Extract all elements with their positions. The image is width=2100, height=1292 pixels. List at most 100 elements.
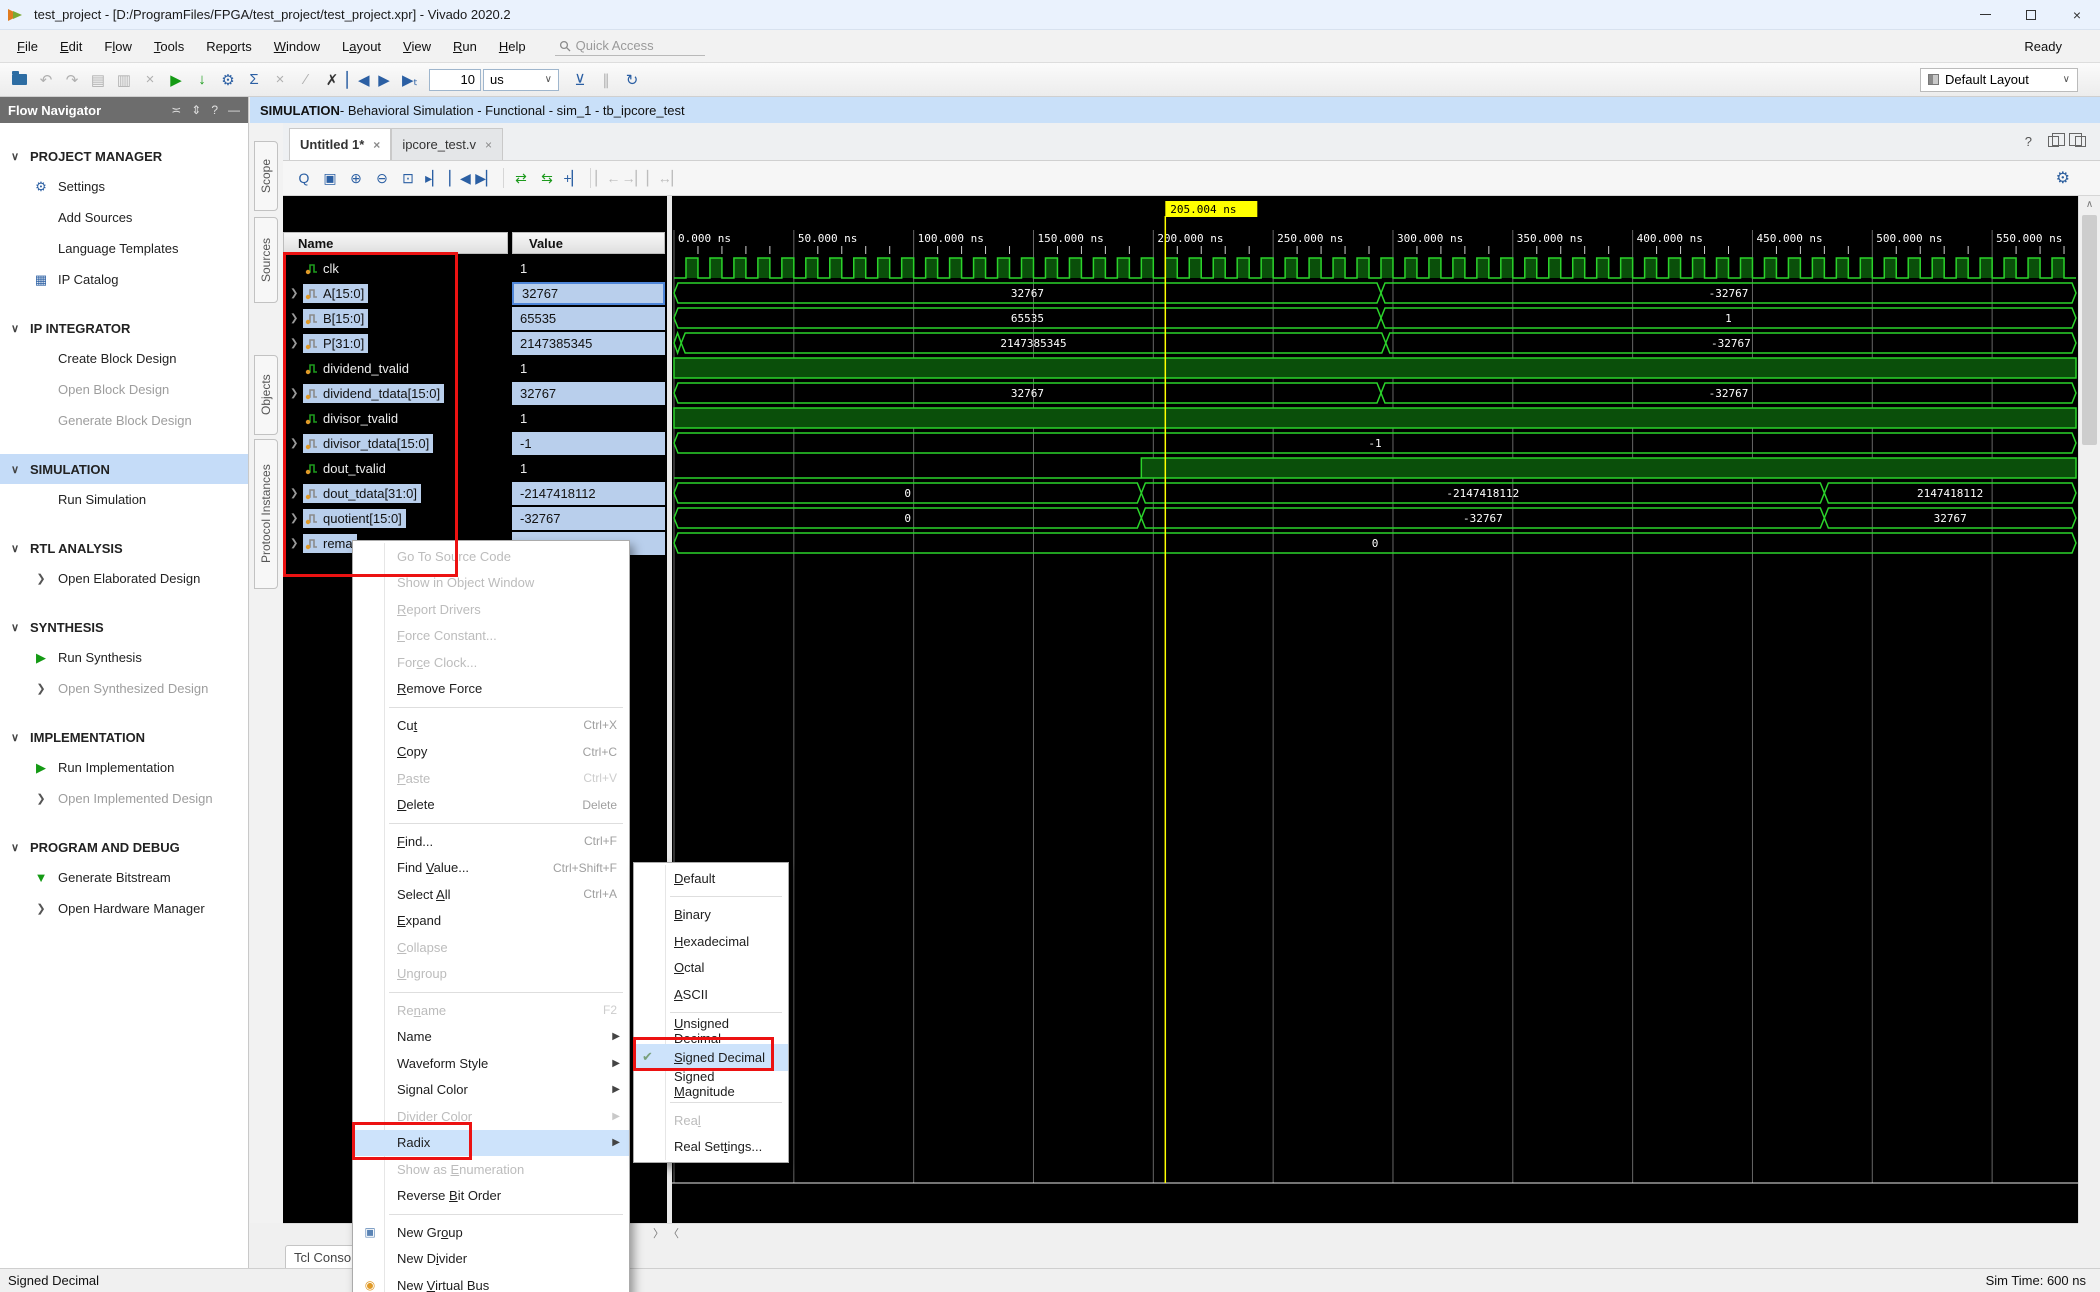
menu-item-find[interactable]: Find...Ctrl+F (353, 828, 629, 855)
menu-item-collapse[interactable]: Collapse (353, 934, 629, 961)
undo-icon[interactable]: ↶ (33, 71, 59, 89)
collapse-right-icon[interactable]: 〉 (653, 1225, 664, 1241)
menu-item-find-value[interactable]: Find Value...Ctrl+Shift+F (353, 855, 629, 882)
run-all-icon[interactable]: ▶ (371, 71, 397, 89)
quick-access-search[interactable]: Quick Access (555, 36, 705, 56)
menu-item-cut[interactable]: CutCtrl+X (353, 712, 629, 739)
relaunch-icon[interactable]: ↻ (619, 71, 645, 89)
restart-simulation-icon[interactable]: ▏◀ (345, 71, 371, 89)
expand-chevron-icon[interactable]: ❯ (290, 288, 303, 299)
side-tab-scope[interactable]: Scope (254, 141, 278, 211)
menu-item-ascii[interactable]: ASCII (634, 981, 788, 1008)
edit-icon[interactable]: ⁄ (293, 71, 319, 88)
scrollbar-thumb[interactable] (2082, 215, 2097, 445)
menu-item-signed-decimal[interactable]: ✔Signed Decimal (634, 1044, 788, 1071)
help-icon[interactable]: ? (2025, 134, 2032, 149)
paste-icon[interactable]: ▥ (111, 71, 137, 89)
maximize-panel-icon[interactable] (2075, 136, 2086, 147)
open-project-icon[interactable] (12, 74, 27, 85)
menu-item-force-constant[interactable]: Force Constant... (353, 623, 629, 650)
signal-value-dout-tvalid[interactable]: 1 (512, 457, 665, 480)
menu-item-binary[interactable]: Binary (634, 902, 788, 929)
collapse-all-icon[interactable]: ≍ (171, 103, 181, 117)
sidebar-item-generate-bitstream[interactable]: ▼Generate Bitstream (0, 862, 248, 893)
menu-item-real[interactable]: Real (634, 1107, 788, 1134)
sidebar-item-create-block-design[interactable]: Create Block Design (0, 343, 248, 374)
save-wave-config-icon[interactable]: ▣ (317, 170, 343, 187)
copy-icon[interactable]: ▤ (85, 71, 111, 89)
menu-item-go-to-source-code[interactable]: Go To Source Code (353, 543, 629, 570)
collapse-left-icon[interactable]: 〈 (668, 1225, 679, 1241)
flow-section-header-simulation[interactable]: ∨SIMULATION (0, 454, 248, 484)
menu-item-copy[interactable]: CopyCtrl+C (353, 739, 629, 766)
go-to-last-time-icon[interactable]: ▶▏ (473, 170, 499, 187)
menu-item-new-group[interactable]: ▣New Group (353, 1219, 629, 1246)
expand-chevron-icon[interactable]: ❯ (290, 438, 303, 449)
side-tab-protocol-instances[interactable]: Protocol Instances (254, 439, 278, 589)
menu-item-force-clock[interactable]: Force Clock... (353, 649, 629, 676)
sidebar-item-ip-catalog[interactable]: ▦IP Catalog (0, 264, 248, 295)
wave-settings-gear-icon[interactable]: ⚙ (2056, 168, 2070, 188)
signal-value-quotient-15-0[interactable]: -32767 (512, 507, 665, 530)
go-to-time-zero-icon[interactable]: ▏◀ (447, 170, 473, 187)
report-sum-icon[interactable]: Σ (241, 71, 267, 88)
menu-view[interactable]: View (392, 39, 442, 54)
menu-item-show-in-object-window[interactable]: Show in Object Window (353, 570, 629, 597)
menu-item-real-settings[interactable]: Real Settings... (634, 1134, 788, 1161)
menu-help[interactable]: Help (488, 39, 537, 54)
name-column-header[interactable]: Name (283, 232, 508, 254)
delete-icon[interactable]: × (137, 71, 163, 88)
sidebar-item-run-implementation[interactable]: ▶Run Implementation (0, 752, 248, 783)
menu-flow[interactable]: Flow (93, 39, 142, 54)
menu-layout[interactable]: Layout (331, 39, 392, 54)
menu-item-report-drivers[interactable]: Report Drivers (353, 596, 629, 623)
span-cursors-icon[interactable]: ▏↔▏ (647, 170, 683, 187)
side-tab-objects[interactable]: Objects (254, 355, 278, 435)
vertical-scrollbar[interactable]: ∧ (2078, 196, 2100, 1223)
menu-item-delete[interactable]: DeleteDelete (353, 792, 629, 819)
sidebar-item-settings[interactable]: ⚙Settings (0, 171, 248, 202)
menu-item-waveform-style[interactable]: Waveform Style▶ (353, 1050, 629, 1077)
flow-section-header-program-and-debug[interactable]: ∨PROGRAM AND DEBUG (0, 832, 248, 862)
sidebar-item-open-block-design[interactable]: Open Block Design (0, 374, 248, 405)
expand-chevron-icon[interactable]: ❯ (290, 338, 303, 349)
menu-item-default[interactable]: Default (634, 865, 788, 892)
menu-item-signed-magnitude[interactable]: Signed Magnitude (634, 1071, 788, 1098)
zoom-out-icon[interactable]: ⊖ (369, 170, 395, 187)
menu-item-select-all[interactable]: Select AllCtrl+A (353, 881, 629, 908)
step-icon[interactable]: ⊻ (567, 71, 593, 89)
previous-falling-edge-icon[interactable]: ▏← (595, 170, 621, 187)
kill-simulation-icon[interactable]: ✗ (319, 71, 345, 89)
menu-item-hexadecimal[interactable]: Hexadecimal (634, 928, 788, 955)
zoom-in-icon[interactable]: ⊕ (343, 170, 369, 187)
close-tab-icon[interactable]: × (373, 138, 380, 152)
signal-value-divisor-tdata-15-0[interactable]: -1 (512, 432, 665, 455)
menu-file[interactable]: File (6, 39, 49, 54)
break-icon[interactable]: ∥ (593, 71, 619, 89)
menu-item-radix[interactable]: Radix▶ (353, 1130, 629, 1157)
menu-edit[interactable]: Edit (49, 39, 93, 54)
flow-section-header-synthesis[interactable]: ∨SYNTHESIS (0, 612, 248, 642)
sidebar-item-language-templates[interactable]: Language Templates (0, 233, 248, 264)
menu-item-show-as-enumeration[interactable]: Show as Enumeration (353, 1156, 629, 1183)
sidebar-item-open-synthesized-design[interactable]: ❯Open Synthesized Design (0, 673, 248, 704)
signal-value-p-31-0[interactable]: 2147385345 (512, 332, 665, 355)
menu-item-rename[interactable]: RenameF2 (353, 997, 629, 1024)
tab-untitled-1[interactable]: Untitled 1*× (289, 128, 391, 160)
close-tab-icon[interactable]: × (485, 138, 492, 152)
cancel-icon[interactable]: × (267, 71, 293, 88)
program-device-icon[interactable]: ↓ (189, 71, 215, 88)
sidebar-item-open-hardware-manager[interactable]: ❯Open Hardware Manager (0, 893, 248, 924)
menu-item-unsigned-decimal[interactable]: Unsigned Decimal (634, 1018, 788, 1045)
sidebar-item-add-sources[interactable]: Add Sources (0, 202, 248, 233)
find-icon[interactable]: Q (291, 170, 317, 186)
menu-item-name[interactable]: Name▶ (353, 1024, 629, 1051)
add-cursor-icon[interactable]: +▏ (560, 170, 586, 187)
signal-value-clk[interactable]: 1 (512, 257, 665, 280)
menu-item-remove-force[interactable]: Remove Force (353, 676, 629, 703)
sidebar-item-run-synthesis[interactable]: ▶Run Synthesis (0, 642, 248, 673)
sidebar-item-open-implemented-design[interactable]: ❯Open Implemented Design (0, 783, 248, 814)
menu-tools[interactable]: Tools (143, 39, 195, 54)
signal-value-b-15-0[interactable]: 65535 (512, 307, 665, 330)
previous-transition-icon[interactable]: ⇄ (508, 170, 534, 187)
